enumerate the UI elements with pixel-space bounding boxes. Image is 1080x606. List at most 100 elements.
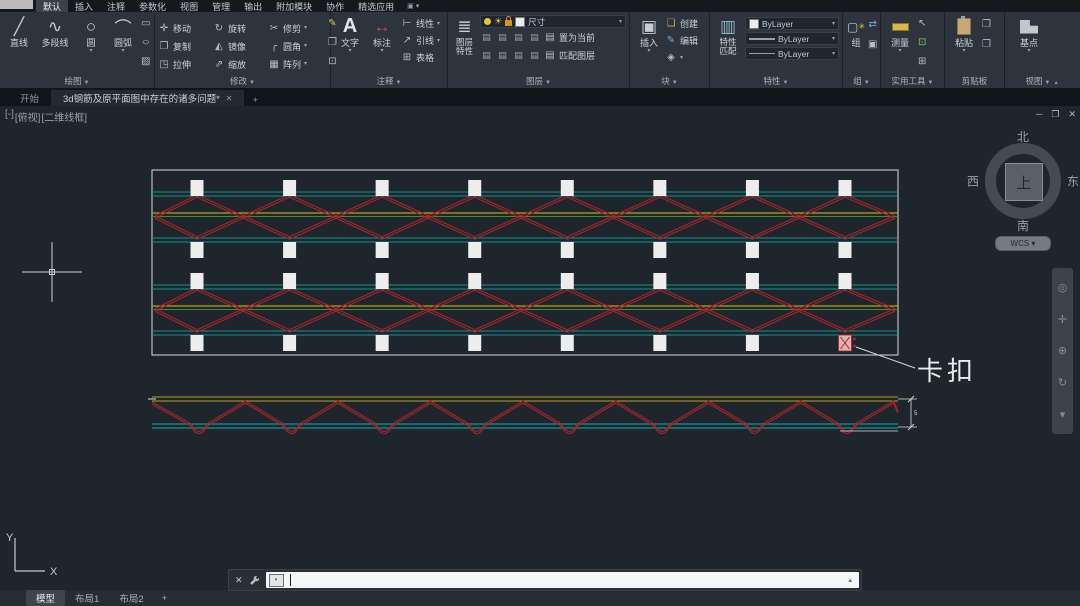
edit-block-tool[interactable]: ✎编辑 xyxy=(665,32,698,49)
ribbon-tab-annotate[interactable]: 注释 xyxy=(100,0,132,12)
scale-tool[interactable]: ⇗缩放 xyxy=(213,58,268,71)
fillet-tool[interactable]: ╭圆角▾ xyxy=(268,40,326,53)
rectangle-tool-icon[interactable]: ▭ xyxy=(141,18,150,30)
measure-tool[interactable]: 测量 ▾ xyxy=(885,15,915,54)
layer-off-icon[interactable]: ▤ xyxy=(480,32,493,43)
linear-dim-tool[interactable]: ⊢线性▾ xyxy=(401,15,440,32)
layer-lock-toggle-icon[interactable]: ▤ xyxy=(528,32,541,43)
zoom-icon[interactable]: ⊕ xyxy=(1058,344,1067,357)
lineweight-dropdown[interactable]: ByLayer ▾ xyxy=(745,32,839,45)
panel-label-modify[interactable]: 修改▼ xyxy=(155,75,330,87)
trim-tool[interactable]: ✂修剪▾ xyxy=(268,22,326,35)
viewport-view-control[interactable]: [俯视] xyxy=(15,109,41,124)
panel-label-layer[interactable]: 图层▼ xyxy=(448,75,629,87)
close-tab-icon[interactable]: ✕ xyxy=(226,94,233,103)
base-view-tool[interactable]: 基点 ▾ xyxy=(1009,15,1049,54)
linetype-dropdown[interactable]: ByLayer ▾ xyxy=(745,47,839,60)
insert-block-tool[interactable]: ▣ 插入 ▾ xyxy=(634,15,664,54)
match-layer-button[interactable]: ▤匹配图层 xyxy=(544,49,595,62)
viewport-menu-control[interactable]: [-] xyxy=(5,109,14,124)
app-button-fragment[interactable] xyxy=(0,0,33,9)
copy-tool[interactable]: ❐复制 xyxy=(158,40,213,53)
add-layout-button[interactable]: + xyxy=(154,593,176,604)
ellipse-tool-icon[interactable]: ○ xyxy=(139,37,152,49)
ribbon-tab-manage[interactable]: 管理 xyxy=(205,0,237,12)
panel-label-view[interactable]: 视图▼ ▴ xyxy=(1005,75,1078,87)
command-prompt-icon[interactable]: ▾ xyxy=(269,574,284,587)
mirror-tool[interactable]: ◭镜像 xyxy=(213,40,268,53)
layer-freeze-icon[interactable]: ▤ xyxy=(512,32,525,43)
ribbon-tab-addins[interactable]: 附加模块 xyxy=(269,0,319,12)
orbit-icon[interactable]: ↻ xyxy=(1058,376,1067,389)
panel-label-clipboard[interactable]: 剪贴板 xyxy=(945,75,1004,87)
layer-unlock-icon[interactable]: ▤ xyxy=(528,50,541,61)
object-color-dropdown[interactable]: ByLayer ▾ xyxy=(745,17,839,30)
panel-label-utilities[interactable]: 实用工具▼ xyxy=(881,75,944,87)
tab-layout2[interactable]: 布局2 xyxy=(109,590,153,606)
wrench-icon[interactable] xyxy=(249,575,264,586)
layer-dropdown[interactable]: ☀ 尺寸 ▾ xyxy=(480,15,626,28)
ribbon-tab-collaborate[interactable]: 协作 xyxy=(319,0,351,12)
panel-label-annotate[interactable]: 注释▼ xyxy=(331,75,447,87)
ribbon-tab-featured-apps[interactable]: 精选应用 xyxy=(351,0,401,12)
ribbon-tab-view[interactable]: 视图 xyxy=(173,0,205,12)
group-tool[interactable]: ▢✳ 组 xyxy=(847,15,865,48)
ribbon-tab-parametric[interactable]: 参数化 xyxy=(132,0,173,12)
arc-tool[interactable]: ⌒ 圆弧 ▾ xyxy=(108,15,138,54)
tab-active-drawing[interactable]: 3d钢筋及原平面图中存在的诸多问题* ✕ xyxy=(51,90,244,106)
leader-tool[interactable]: ↗引线▾ xyxy=(401,32,440,49)
layer-thaw-all-icon[interactable]: ▤ xyxy=(512,50,525,61)
quick-select-cursor-icon[interactable]: ↖ xyxy=(918,18,926,30)
circle-tool[interactable]: ○ 圆 ▾ xyxy=(76,15,106,54)
panel-label-properties[interactable]: 特性▼ xyxy=(710,75,842,87)
copy-clip-icon[interactable]: ❐ xyxy=(982,19,991,31)
command-close-icon[interactable]: ✕ xyxy=(229,575,249,586)
create-block-tool[interactable]: ❏创建 xyxy=(665,15,698,32)
stretch-tool[interactable]: ◳拉伸 xyxy=(158,58,213,71)
new-tab-button[interactable]: + xyxy=(244,95,266,106)
ribbon-tab-insert[interactable]: 插入 xyxy=(68,0,100,12)
view-cube-north[interactable]: 北 xyxy=(1017,128,1029,145)
steering-wheel-icon[interactable]: ◎ xyxy=(1058,281,1068,294)
ribbon-tab-home[interactable]: 默认 xyxy=(36,0,68,12)
panel-label-draw[interactable]: 绘图▼ xyxy=(0,75,154,87)
layer-on-all-icon[interactable]: ▤ xyxy=(480,50,493,61)
block-attributes-tool[interactable]: ◈▾ xyxy=(665,49,698,66)
ungroup-icon[interactable]: ⇄ xyxy=(868,19,877,31)
view-cube-east[interactable]: 东 xyxy=(1067,173,1079,190)
restore-icon[interactable]: ❐ xyxy=(1051,109,1059,120)
command-input[interactable]: ▾ ▴ xyxy=(266,572,859,588)
match-properties-tool[interactable]: ▥ 特性匹配 xyxy=(714,15,742,56)
tab-start[interactable]: 开始 xyxy=(8,90,51,106)
hatch-tool-icon[interactable]: ▨ xyxy=(141,56,150,68)
panel-label-group[interactable]: 组▼ xyxy=(843,75,880,87)
ucs-selector-button[interactable]: WCS ▾ xyxy=(995,236,1051,251)
view-cube-south[interactable]: 南 xyxy=(1017,217,1029,234)
navbar-more-icon[interactable]: ▾ xyxy=(1060,408,1066,421)
ribbon-display-options-icon[interactable]: ▣ ▾ xyxy=(401,0,425,12)
polyline-tool[interactable]: ∿ 多段线 xyxy=(36,15,74,48)
table-tool[interactable]: ⊞表格 xyxy=(401,49,440,66)
set-current-layer-button[interactable]: ▤置为当前 xyxy=(544,31,595,44)
viewport-visual-style-control[interactable]: [二维线框] xyxy=(41,109,87,124)
array-tool[interactable]: ▦阵列▾ xyxy=(268,58,326,71)
cut-clip-icon[interactable]: ❐ xyxy=(982,39,991,51)
rotate-tool[interactable]: ↻旋转 xyxy=(213,22,268,35)
close-icon[interactable]: ✕ xyxy=(1068,109,1076,120)
group-edit-icon[interactable]: ▣ xyxy=(868,39,877,51)
move-tool[interactable]: ✛移动 xyxy=(158,22,213,35)
layer-isolate-icon[interactable]: ▤ xyxy=(496,32,509,43)
tab-layout1[interactable]: 布局1 xyxy=(65,590,109,606)
view-cube-top-face[interactable]: 上 xyxy=(1005,163,1043,201)
calculator-icon[interactable]: ⊞ xyxy=(918,56,926,68)
line-tool[interactable]: ╱ 直线 xyxy=(4,15,34,48)
ribbon-tab-output[interactable]: 输出 xyxy=(237,0,269,12)
layer-unisolate-icon[interactable]: ▤ xyxy=(496,50,509,61)
command-history-icon[interactable]: ▴ xyxy=(848,576,856,584)
pan-icon[interactable]: ✛ xyxy=(1058,313,1067,326)
layer-properties-tool[interactable]: ≣ 图层特性 xyxy=(452,15,477,56)
text-tool[interactable]: A 文字 ▾ xyxy=(335,15,365,54)
tab-model[interactable]: 模型 xyxy=(26,590,65,606)
dimension-tool[interactable]: ↔ 标注 ▾ xyxy=(367,15,397,54)
panel-label-block[interactable]: 块▼ xyxy=(630,75,709,87)
